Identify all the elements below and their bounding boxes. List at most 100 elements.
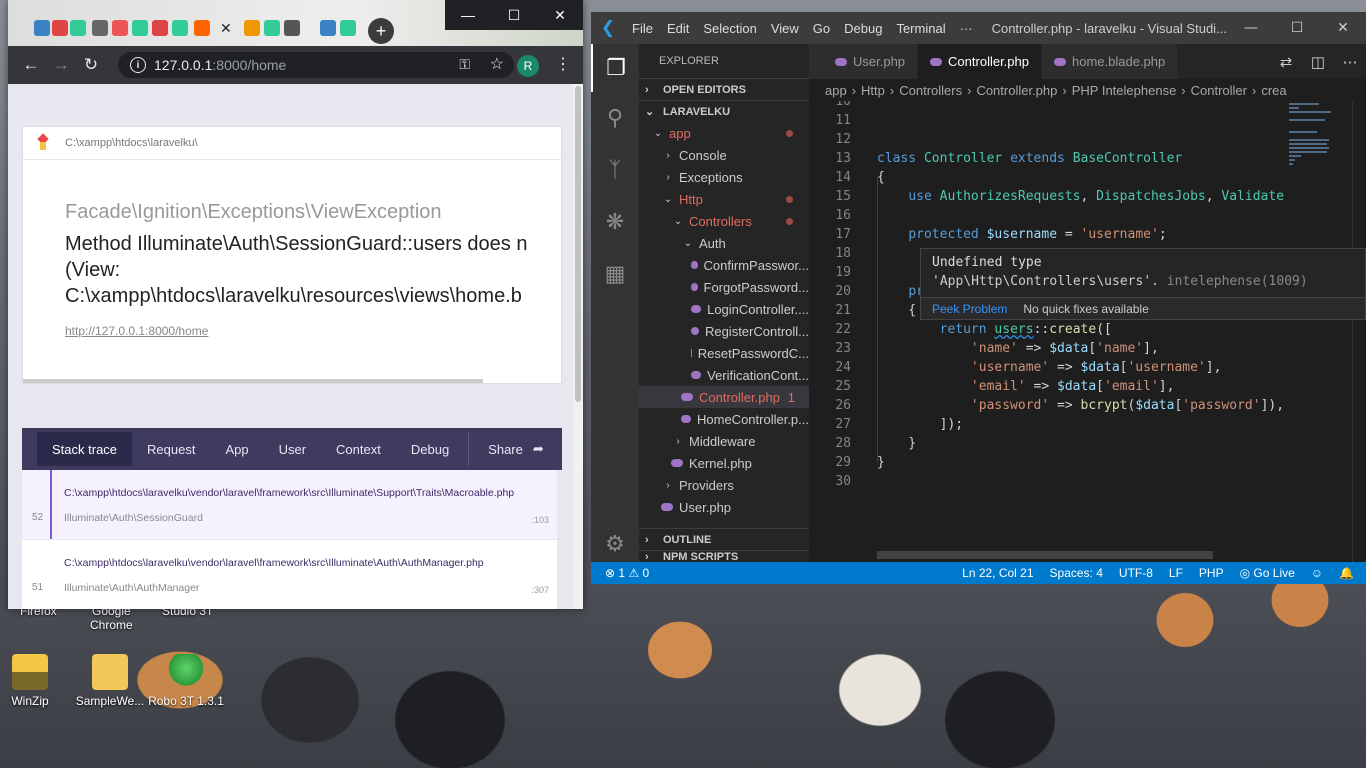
split-editor-icon[interactable]: ◫ xyxy=(1302,53,1334,71)
tree-item[interactable]: Kernel.php xyxy=(639,452,809,474)
back-button[interactable]: ← xyxy=(16,55,46,75)
key-icon[interactable]: ⚿ xyxy=(459,56,470,73)
tree-item[interactable]: HomeController.p... xyxy=(639,408,809,430)
tree-item[interactable]: ⌄ Http xyxy=(639,188,809,210)
section-project[interactable]: ⌄ LARAVELKU xyxy=(639,100,809,122)
close-button[interactable]: ✕ xyxy=(537,0,583,30)
tree-item[interactable]: VerificationCont... xyxy=(639,364,809,386)
stack-frame[interactable]: 51 C:\xampp\htdocs\laravelku\vendor\lara… xyxy=(22,540,557,609)
tab-favicon[interactable] xyxy=(264,20,280,36)
tree-item[interactable]: ⌄ Controllers xyxy=(639,210,809,232)
editor-tab-user[interactable]: User.php xyxy=(809,44,919,79)
tree-item[interactable]: › Console xyxy=(639,144,809,166)
tree-item[interactable]: Controller.php 1 xyxy=(639,386,809,408)
tab-favicon[interactable] xyxy=(92,20,108,36)
breadcrumb-item[interactable]: PHP Intelephense xyxy=(1072,83,1177,98)
forward-button[interactable]: → xyxy=(46,55,76,75)
menu-selection[interactable]: Selection xyxy=(696,21,763,36)
menu-terminal[interactable]: Terminal xyxy=(889,21,952,36)
tab-favicon[interactable] xyxy=(132,20,148,36)
tab-favicon[interactable] xyxy=(284,20,300,36)
tab-close-icon[interactable]: ✕ xyxy=(220,20,232,37)
tab-stack-trace[interactable]: Stack trace xyxy=(37,432,133,466)
stack-frame[interactable]: 52 C:\xampp\htdocs\laravelku\vendor\lara… xyxy=(22,470,557,540)
minimap[interactable] xyxy=(1285,101,1353,562)
reload-button[interactable]: ↻ xyxy=(76,55,106,75)
notifications-bell-icon[interactable]: 🔔 xyxy=(1331,566,1366,580)
tab-favicon[interactable] xyxy=(34,20,50,36)
language-mode[interactable]: PHP xyxy=(1191,566,1232,580)
compare-icon[interactable]: ⇄ xyxy=(1270,53,1302,71)
tree-item[interactable]: ⌄ Auth xyxy=(639,232,809,254)
editor-scrollbar[interactable] xyxy=(1352,101,1366,562)
profile-avatar[interactable]: R xyxy=(517,55,539,77)
close-button[interactable]: ✕ xyxy=(1320,12,1366,44)
tree-item[interactable]: RegisterControll... xyxy=(639,320,809,342)
breadcrumb-item[interactable]: app xyxy=(825,83,847,98)
menu-go[interactable]: Go xyxy=(806,21,837,36)
extensions-icon[interactable]: ▦ xyxy=(591,250,639,298)
tab-favicon[interactable] xyxy=(112,20,128,36)
search-icon[interactable]: ⚲ xyxy=(591,94,639,142)
source-control-icon[interactable]: ᛉ xyxy=(591,146,639,194)
breadcrumb-item[interactable]: Http xyxy=(861,83,885,98)
go-live-button[interactable]: ◎ Go Live xyxy=(1232,566,1303,580)
site-info-icon[interactable]: i xyxy=(130,57,146,73)
tree-item[interactable]: ConfirmPasswor... xyxy=(639,254,809,276)
end-of-line[interactable]: LF xyxy=(1161,566,1191,580)
tab-favicon[interactable] xyxy=(70,20,86,36)
peek-problem-link[interactable]: Peek Problem xyxy=(932,302,1007,316)
tree-item[interactable]: User.php xyxy=(639,496,809,518)
menu-file[interactable]: File xyxy=(625,21,660,36)
desktop-icon-robo3t[interactable]: Robo 3T 1.3.1 xyxy=(148,654,224,708)
scrollbar-thumb[interactable] xyxy=(575,86,581,402)
menu-view[interactable]: View xyxy=(764,21,806,36)
minimize-button[interactable]: — xyxy=(1228,12,1274,44)
tab-favicon[interactable] xyxy=(172,20,188,36)
browser-menu-icon[interactable]: ⋮ xyxy=(555,54,571,74)
tab-favicon[interactable] xyxy=(194,20,210,36)
menu-edit[interactable]: Edit xyxy=(660,21,696,36)
tree-item[interactable]: › Middleware xyxy=(639,430,809,452)
tab-user[interactable]: User xyxy=(264,432,321,466)
indentation[interactable]: Spaces: 4 xyxy=(1042,566,1111,580)
editor-tab-controller[interactable]: Controller.php xyxy=(918,44,1042,79)
desktop-icon-winzip[interactable]: WinZip xyxy=(0,654,68,708)
code-editor[interactable]: 10 11 12 13 class Controller extends BaseCon… xyxy=(809,101,1285,562)
tab-request[interactable]: Request xyxy=(132,432,210,466)
new-tab-button[interactable]: + xyxy=(368,18,394,44)
tab-favicon[interactable] xyxy=(52,20,68,36)
maximize-button[interactable]: ☐ xyxy=(1274,12,1320,44)
maximize-button[interactable]: ☐ xyxy=(491,0,537,30)
desktop-icon-samplewe[interactable]: SampleWe... xyxy=(72,654,148,708)
encoding[interactable]: UTF-8 xyxy=(1111,566,1161,580)
more-actions-icon[interactable]: ⋯ xyxy=(1334,53,1366,71)
breadcrumb-item[interactable]: Controller.php xyxy=(976,83,1057,98)
breadcrumb-item[interactable]: crea xyxy=(1261,83,1286,98)
address-bar[interactable]: i 127.0.0.1:8000/home ⚿ ☆ xyxy=(118,52,514,78)
tab-favicon[interactable] xyxy=(340,20,356,36)
menu-more[interactable]: ··· xyxy=(953,21,980,36)
tab-favicon[interactable] xyxy=(152,20,168,36)
tab-context[interactable]: Context xyxy=(321,432,396,466)
tab-favicon[interactable] xyxy=(244,20,260,36)
share-button[interactable]: Share ➦ xyxy=(473,432,559,466)
page-scrollbar[interactable] xyxy=(573,84,583,609)
tab-app[interactable]: App xyxy=(210,432,263,466)
horizontal-scrollbar[interactable] xyxy=(23,379,483,383)
editor-tab-home-blade[interactable]: home.blade.php xyxy=(1042,44,1179,79)
error-url-link[interactable]: http://127.0.0.1:8000/home xyxy=(65,324,208,338)
tree-item[interactable]: ForgotPassword... xyxy=(639,276,809,298)
breadcrumb-item[interactable]: Controller xyxy=(1191,83,1247,98)
section-outline[interactable]: › OUTLINE xyxy=(639,528,809,550)
menu-debug[interactable]: Debug xyxy=(837,21,889,36)
cursor-position[interactable]: Ln 22, Col 21 xyxy=(954,566,1041,580)
tab-favicon[interactable] xyxy=(320,20,336,36)
breadcrumb-item[interactable]: Controllers xyxy=(899,83,962,98)
tab-debug[interactable]: Debug xyxy=(396,432,464,466)
section-npm-scripts[interactable]: › NPM SCRIPTS xyxy=(639,550,809,562)
problems-indicator[interactable]: ⊗ 1 ⚠ 0 xyxy=(591,566,657,580)
gear-icon[interactable]: ⚙ xyxy=(591,520,639,568)
feedback-icon[interactable]: ☺ xyxy=(1303,566,1331,580)
tree-item[interactable]: ResetPasswordC... xyxy=(639,342,809,364)
